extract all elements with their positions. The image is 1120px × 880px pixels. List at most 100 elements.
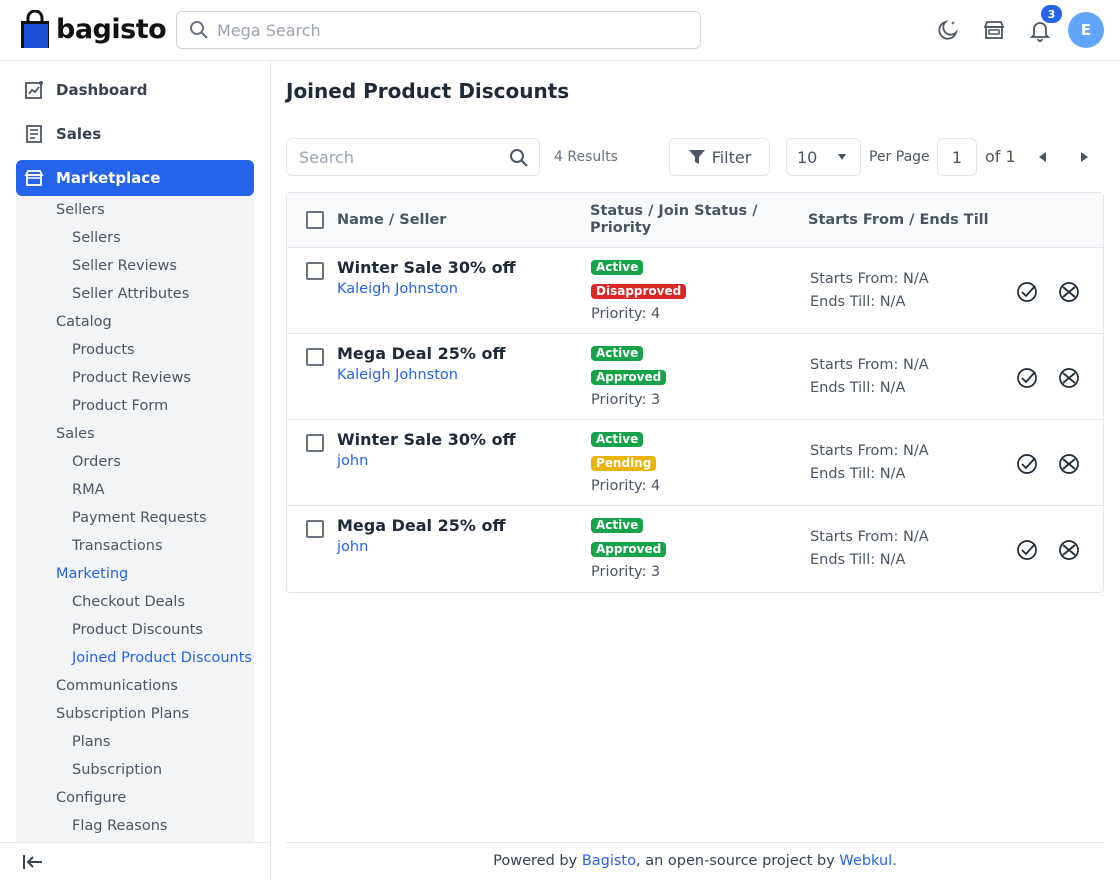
status-badge: Active	[591, 432, 644, 447]
logo-text: bagisto	[56, 13, 167, 45]
seller-link[interactable]: john	[337, 453, 368, 469]
submenu-seller-attributes[interactable]: Seller Attributes	[72, 286, 189, 302]
mega-search-input[interactable]	[217, 20, 677, 40]
seller-link[interactable]: Kaleigh Johnston	[337, 281, 458, 297]
page-number-input[interactable]	[937, 138, 977, 176]
submenu-product-reviews[interactable]: Product Reviews	[72, 370, 191, 386]
page-total-label: of 1	[985, 147, 1016, 166]
page-footer: Powered by Bagisto, an open-source proje…	[286, 842, 1104, 880]
starts-from-text: Starts From: N/A	[810, 357, 929, 373]
column-header-status-line1[interactable]: Status / Join Status /	[590, 203, 758, 220]
submenu-seller-reviews[interactable]: Seller Reviews	[72, 258, 177, 274]
prev-page-icon[interactable]	[1039, 152, 1046, 162]
discount-name: Winter Sale 30% off	[337, 258, 516, 277]
submenu-communications[interactable]: Communications	[56, 678, 178, 694]
ends-till-text: Ends Till: N/A	[810, 552, 906, 568]
seller-link[interactable]: john	[337, 539, 368, 555]
approve-icon[interactable]	[1016, 453, 1038, 475]
submenu-configure[interactable]: Configure	[56, 790, 126, 806]
submenu-transactions[interactable]: Transactions	[72, 538, 163, 554]
status-badge: Active	[591, 346, 644, 361]
starts-from-text: Starts From: N/A	[810, 443, 929, 459]
reject-icon[interactable]	[1058, 539, 1080, 561]
submenu-subscription-plans[interactable]: Subscription Plans	[56, 706, 189, 722]
bagisto-link[interactable]: Bagisto	[582, 853, 636, 869]
bagisto-logo[interactable]: bagisto	[20, 10, 167, 48]
notification-count-badge: 3	[1041, 5, 1062, 23]
mega-search-bar[interactable]	[176, 11, 701, 49]
storefront-link[interactable]	[981, 17, 1007, 43]
status-badge: Active	[591, 518, 644, 533]
shopping-bag-icon	[21, 10, 49, 48]
submenu-marketing[interactable]: Marketing	[56, 566, 128, 582]
priority-text: Priority: 3	[591, 564, 661, 580]
row-checkbox[interactable]	[306, 348, 324, 366]
row-checkbox[interactable]	[306, 434, 324, 452]
submenu-sellers[interactable]: Sellers	[56, 202, 105, 218]
filter-button[interactable]: Filter	[669, 138, 770, 176]
submenu-subscription[interactable]: Subscription	[72, 762, 162, 778]
priority-text: Priority: 3	[591, 392, 661, 408]
column-header-dates[interactable]: Starts From / Ends Till	[808, 212, 989, 229]
select-all-checkbox[interactable]	[306, 211, 324, 229]
submenu-product-form[interactable]: Product Form	[72, 398, 168, 414]
seller-link[interactable]: Kaleigh Johnston	[337, 367, 458, 383]
per-page-select[interactable]: 10	[786, 138, 861, 176]
submenu-plans[interactable]: Plans	[72, 734, 110, 750]
footer-suffix: .	[892, 853, 897, 869]
submenu-sellers-list[interactable]: Sellers	[72, 230, 121, 246]
discount-name: Winter Sale 30% off	[337, 430, 516, 449]
reject-icon[interactable]	[1058, 367, 1080, 389]
sidebar-item-sales[interactable]: Sales	[16, 116, 254, 152]
sidebar-item-marketplace[interactable]: Marketplace	[16, 160, 254, 196]
approve-icon[interactable]	[1016, 539, 1038, 561]
starts-from-text: Starts From: N/A	[810, 529, 929, 545]
submenu-checkout-deals[interactable]: Checkout Deals	[72, 594, 185, 610]
datagrid-search-input[interactable]	[299, 147, 499, 167]
submenu-sales[interactable]: Sales	[56, 426, 95, 442]
row-checkbox[interactable]	[306, 520, 324, 538]
dark-mode-toggle[interactable]	[935, 17, 961, 43]
submenu-joined-product-discounts[interactable]: Joined Product Discounts	[72, 650, 252, 666]
ends-till-text: Ends Till: N/A	[810, 294, 906, 310]
discounts-table: Name / Seller Status / Join Status / Pri…	[286, 192, 1104, 593]
datagrid-search[interactable]	[286, 138, 540, 176]
table-row: Winter Sale 30% off john Active Pending …	[287, 420, 1103, 506]
column-header-status-line2[interactable]: Priority	[590, 220, 651, 237]
submenu-catalog[interactable]: Catalog	[56, 314, 112, 330]
submenu-rma[interactable]: RMA	[72, 482, 105, 498]
submenu-products[interactable]: Products	[72, 342, 135, 358]
table-row: Mega Deal 25% off Kaleigh Johnston Activ…	[287, 334, 1103, 420]
sidebar-item-dashboard[interactable]: Dashboard	[16, 72, 254, 108]
next-page-icon[interactable]	[1081, 152, 1088, 162]
page-title: Joined Product Discounts	[286, 79, 570, 103]
submenu-product-discounts[interactable]: Product Discounts	[72, 622, 203, 638]
dashboard-icon	[25, 81, 43, 99]
moon-icon	[938, 20, 958, 40]
footer-prefix: Powered by	[493, 853, 582, 869]
filter-icon	[688, 150, 705, 164]
table-row: Winter Sale 30% off Kaleigh Johnston Act…	[287, 248, 1103, 334]
caret-down-icon	[838, 154, 846, 160]
search-icon[interactable]	[509, 148, 529, 168]
store-icon	[983, 21, 1005, 39]
submenu-flag-reasons[interactable]: Flag Reasons	[72, 818, 167, 834]
discount-name: Mega Deal 25% off	[337, 516, 506, 535]
marketplace-submenu: Sellers Sellers Seller Reviews Seller At…	[16, 196, 254, 842]
column-header-name[interactable]: Name / Seller	[337, 212, 446, 229]
approve-icon[interactable]	[1016, 281, 1038, 303]
collapse-sidebar-icon[interactable]	[22, 853, 44, 871]
discount-name: Mega Deal 25% off	[337, 344, 506, 363]
approve-icon[interactable]	[1016, 367, 1038, 389]
row-checkbox[interactable]	[306, 262, 324, 280]
user-avatar[interactable]: E	[1068, 12, 1104, 48]
submenu-payment-requests[interactable]: Payment Requests	[72, 510, 207, 526]
status-badge: Active	[591, 260, 644, 275]
webkul-link[interactable]: Webkul	[839, 853, 892, 869]
submenu-orders[interactable]: Orders	[72, 454, 121, 470]
priority-text: Priority: 4	[591, 478, 661, 494]
reject-icon[interactable]	[1058, 453, 1080, 475]
ends-till-text: Ends Till: N/A	[810, 380, 906, 396]
per-page-label: Per Page	[869, 149, 930, 165]
reject-icon[interactable]	[1058, 281, 1080, 303]
